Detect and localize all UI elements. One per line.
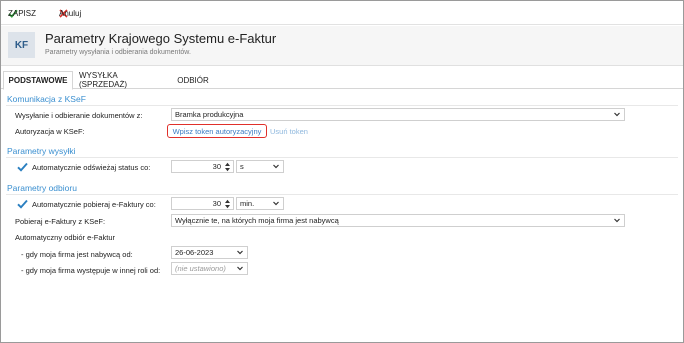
divider [6, 105, 678, 106]
remove-token-link[interactable]: Usuń token [270, 127, 308, 136]
auth-label: Autoryzacja w KSeF: [15, 127, 85, 136]
refresh-interval-value: 30 [212, 162, 221, 171]
buyer-date-picker[interactable]: 26-06-2023 [171, 246, 248, 259]
environment-select[interactable]: Bramka produkcyjna [171, 108, 625, 121]
send-receive-label: Wysyłanie i odbieranie dokumentów z: [15, 111, 143, 120]
save-label: ZAPISZ [8, 8, 37, 18]
chevron-down-icon [237, 266, 243, 271]
enter-token-link[interactable]: Wpisz token autoryzacyjny [167, 124, 267, 138]
chevron-down-icon [273, 201, 279, 206]
cancel-button[interactable]: Anuluj [59, 7, 81, 19]
page-header: KF Parametry Krajowego Systemu e-Faktur … [1, 26, 683, 66]
spinner-icon[interactable] [224, 162, 231, 172]
tab-wysylka[interactable]: WYSYŁKA (SPRZEDAŻ) [79, 71, 167, 89]
environment-value: Bramka produkcyjna [175, 110, 244, 119]
auto-refresh-label: Automatycznie odświeżaj status co: [32, 163, 151, 172]
section-title-ksef: Komunikacja z KSeF [7, 94, 86, 104]
chevron-down-icon [237, 250, 243, 255]
tab-odbior[interactable]: ODBIÓR [173, 71, 213, 89]
page-title: Parametry Krajowego Systemu e-Faktur [45, 31, 277, 46]
refresh-unit-select[interactable]: s [236, 160, 284, 173]
other-role-date-picker[interactable]: (nie ustawiono) [171, 262, 248, 275]
tab-label: ODBIÓR [177, 75, 209, 85]
fetch-interval-value: 30 [212, 199, 221, 208]
fetch-scope-value: Wyłącznie te, na których moja firma jest… [175, 216, 339, 225]
fetch-scope-select[interactable]: Wyłącznie te, na których moja firma jest… [171, 214, 625, 227]
fetch-interval-input[interactable]: 30 [171, 197, 234, 210]
toolbar: ZAPISZ Anuluj [1, 1, 683, 25]
auto-refresh-checkbox[interactable] [17, 162, 28, 172]
buyer-date-value: 26-06-2023 [175, 248, 214, 257]
section-title-receiving: Parametry odbioru [7, 183, 77, 193]
fetch-unit-value: min. [240, 199, 255, 208]
tab-label: WYSYŁKA (SPRZEDAŻ) [79, 71, 127, 89]
refresh-unit-value: s [240, 162, 244, 171]
auto-receive-label: Automatyczny odbiór e-Faktur [15, 233, 116, 242]
divider [6, 157, 678, 158]
save-button[interactable]: ZAPISZ [8, 7, 36, 19]
buyer-from-label: - gdy moja firma jest nabywcą od: [21, 250, 133, 259]
section-title-sending: Parametry wysyłki [7, 146, 76, 156]
other-role-date-value: (nie ustawiono) [175, 264, 226, 273]
tab-bar: PODSTAWOWE WYSYŁKA (SPRZEDAŻ) ODBIÓR [1, 71, 683, 90]
fetch-from-label: Pobieraj e-Faktury z KSeF: [15, 217, 106, 226]
chevron-down-icon [614, 112, 620, 117]
chevron-down-icon [614, 218, 620, 223]
refresh-interval-input[interactable]: 30 [171, 160, 234, 173]
tab-label: PODSTAWOWE [8, 76, 68, 85]
tab-podstawowe[interactable]: PODSTAWOWE [3, 71, 73, 90]
ksef-settings-window: ZAPISZ Anuluj KF Parametry Krajowego Sys… [0, 0, 684, 343]
fetch-unit-select[interactable]: min. [236, 197, 284, 210]
divider [6, 194, 678, 195]
auto-fetch-checkbox[interactable] [17, 199, 28, 209]
cancel-label: Anuluj [59, 8, 82, 18]
chevron-down-icon [273, 164, 279, 169]
other-role-label: - gdy moja firma występuje w innej roli … [21, 266, 161, 275]
spinner-icon[interactable] [224, 199, 231, 209]
auto-fetch-label: Automatycznie pobieraj e-Faktury co: [32, 200, 156, 209]
page-subtitle: Parametry wysyłania i odbierania dokumen… [45, 49, 191, 56]
app-badge: KF [8, 32, 35, 58]
